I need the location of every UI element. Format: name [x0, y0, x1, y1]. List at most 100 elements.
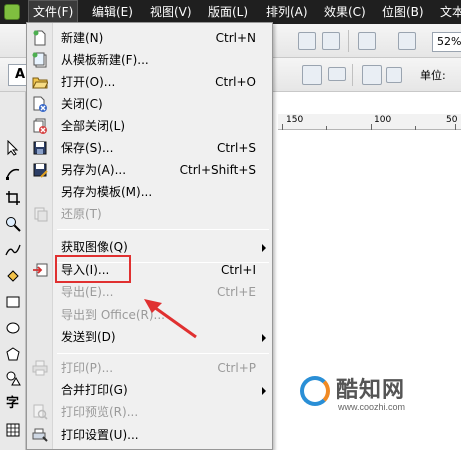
close-all-icon: [32, 118, 48, 134]
pick-tool-icon[interactable]: [5, 140, 21, 156]
print-icon: [32, 360, 48, 376]
menu-item-label: 还原(T): [61, 207, 102, 221]
submenu-arrow-icon: [262, 334, 266, 342]
import-icon: [32, 262, 48, 278]
watermark-logo-icon: [300, 376, 330, 406]
all-pages-icon[interactable]: [362, 65, 382, 85]
watermark-url: www.coozhi.com: [338, 402, 406, 412]
menu-edit[interactable]: 编辑(E): [88, 0, 137, 24]
zoom-level-field[interactable]: 52%: [432, 32, 461, 52]
menu-item-close[interactable]: 关闭(C): [27, 93, 272, 115]
menu-item-label: 全部关闭(L): [61, 119, 126, 133]
menu-item-shortcut: Ctrl+I: [221, 263, 256, 277]
menu-effects[interactable]: 效果(C): [320, 0, 370, 24]
menu-item-shortcut: Ctrl+N: [215, 31, 256, 45]
application-launcher-icon[interactable]: [358, 32, 376, 50]
watermark-brand: 酷知网: [336, 377, 406, 403]
menu-item-shortcut: Ctrl+P: [217, 361, 256, 375]
menu-item-label: 保存(S)...: [61, 141, 114, 155]
ruler-tick: [415, 126, 416, 130]
polygon-tool-icon[interactable]: [5, 346, 21, 362]
ruler-label: 50: [446, 115, 458, 125]
landscape-icon[interactable]: [328, 67, 346, 81]
menu-item-label: 新建(N): [61, 31, 104, 45]
menu-item-label: 合并打印(G): [61, 383, 128, 397]
app-logo-icon: [4, 4, 20, 20]
menu-item-label: 导出(E)...: [61, 285, 114, 299]
menu-item-print-preview[interactable]: 打印预览(R)...: [27, 401, 272, 423]
menu-item-label: 打印(P)...: [61, 361, 114, 375]
menu-item-revert[interactable]: 还原(T): [27, 203, 272, 225]
ruler-label: 150: [286, 115, 304, 125]
watermark: 酷知网 www.coozhi.com: [300, 372, 450, 417]
menu-item-shortcut: Ctrl+Shift+S: [179, 163, 256, 177]
menu-item-print[interactable]: 打印(P)... Ctrl+P: [27, 357, 272, 379]
submenu-arrow-icon: [262, 244, 266, 252]
units-label: 单位:: [420, 69, 446, 82]
menu-view[interactable]: 视图(V): [146, 0, 196, 24]
print-setup-icon: [32, 427, 48, 443]
ellipse-tool-icon[interactable]: [5, 320, 21, 336]
menu-item-label: 另存为(A)...: [61, 163, 127, 177]
freehand-tool-icon[interactable]: [5, 242, 21, 258]
menu-item-shortcut: Ctrl+O: [215, 75, 256, 89]
ruler-tick: [371, 124, 372, 130]
menu-item-label: 关闭(C): [61, 97, 103, 111]
menu-arrange[interactable]: 排列(A): [262, 0, 312, 24]
menu-text[interactable]: 文本: [436, 0, 461, 24]
menu-item-label: 打开(O)...: [61, 75, 116, 89]
close-document-icon: [32, 96, 48, 112]
toolbox: 字: [0, 92, 26, 450]
menu-item-print-setup[interactable]: 打印设置(U)...: [27, 424, 272, 446]
text-tool-icon[interactable]: 字: [6, 392, 19, 411]
toolbar-divider: [352, 64, 353, 86]
horizontal-ruler: 150 100 50: [278, 114, 461, 130]
menu-item-save[interactable]: 保存(S)... Ctrl+S: [27, 137, 272, 159]
menu-item-save-as-template[interactable]: 另存为模板(M)...: [27, 181, 272, 203]
new-document-icon: [32, 30, 48, 46]
menu-layout[interactable]: 版面(L): [204, 0, 252, 24]
corel-connect-icon[interactable]: [398, 32, 416, 50]
menu-item-new-from-template[interactable]: 从模板新建(F)...: [27, 49, 272, 71]
open-folder-icon: [32, 74, 49, 90]
menu-item-label: 发送到(D): [61, 330, 116, 344]
menu-item-label: 获取图像(Q): [61, 240, 128, 254]
toolbar-divider: [348, 30, 349, 52]
menu-item-shortcut: Ctrl+E: [217, 285, 256, 299]
ruler-label: 100: [374, 115, 392, 125]
menu-item-label: 打印预览(R)...: [61, 405, 139, 419]
print-preview-icon: [32, 404, 48, 420]
menu-separator: [57, 229, 269, 230]
menu-item-label: 从模板新建(F)...: [61, 53, 149, 67]
rectangle-tool-icon[interactable]: [5, 294, 21, 310]
menu-item-save-as[interactable]: 另存为(A)... Ctrl+Shift+S: [27, 159, 272, 181]
current-page-icon[interactable]: [386, 67, 402, 83]
menu-item-new[interactable]: 新建(N) Ctrl+N: [27, 27, 272, 49]
menu-item-close-all[interactable]: 全部关闭(L): [27, 115, 272, 137]
basic-shapes-tool-icon[interactable]: [5, 370, 21, 386]
shape-tool-icon[interactable]: [5, 166, 21, 182]
submenu-arrow-icon: [262, 387, 266, 395]
menu-item-label: 打印设置(U)...: [61, 428, 139, 442]
menu-item-open[interactable]: 打开(O)... Ctrl+O: [27, 71, 272, 93]
annotation-arrow-icon: [144, 299, 197, 339]
save-as-icon: [32, 162, 48, 178]
export-toolbar-icon[interactable]: [322, 32, 340, 50]
revert-icon: [32, 206, 48, 222]
menu-item-print-merge[interactable]: 合并打印(G): [27, 379, 272, 401]
crop-tool-icon[interactable]: [5, 190, 21, 206]
file-menu: 新建(N) Ctrl+N 从模板新建(F)... 打开(O)... Ctrl+O…: [26, 22, 273, 450]
smart-fill-tool-icon[interactable]: [5, 268, 21, 284]
save-icon: [32, 140, 48, 156]
portrait-icon[interactable]: [302, 65, 322, 85]
menu-separator: [57, 353, 269, 354]
menu-item-label: 另存为模板(M)...: [61, 185, 153, 199]
menu-bitmaps[interactable]: 位图(B): [378, 0, 428, 24]
import-toolbar-icon[interactable]: [298, 32, 316, 50]
new-from-template-icon: [32, 52, 48, 68]
menu-file[interactable]: 文件(F): [28, 0, 79, 24]
zoom-tool-icon[interactable]: [5, 216, 21, 232]
table-tool-icon[interactable]: [5, 422, 21, 438]
import-highlight-box: [55, 255, 131, 283]
ruler-tick: [326, 126, 327, 130]
